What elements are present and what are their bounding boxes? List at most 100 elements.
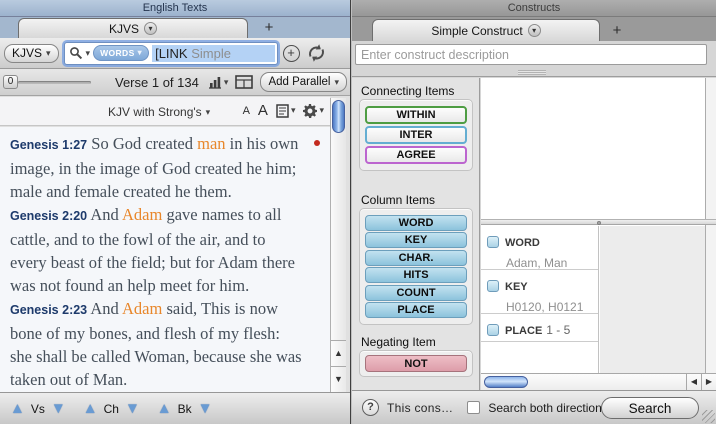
window-resize-grip[interactable] [702, 410, 715, 423]
text-selector-button[interactable]: KJVS ▾ [4, 44, 59, 63]
search-button[interactable]: Search [601, 397, 699, 419]
connecting-items-label: Connecting Items [361, 84, 454, 98]
search-both-directions-checkbox[interactable] [467, 401, 480, 414]
nav-down-icon[interactable]: ▼ [198, 401, 213, 416]
gear-menu-button[interactable]: ▾ [303, 104, 324, 118]
verse: Genesis 2:20 And Adam gave names to all … [10, 203, 304, 297]
column-item-count[interactable]: COUNT [365, 285, 467, 301]
nav-up-icon[interactable]: ▲ [83, 401, 98, 416]
construct-workspace[interactable]: WORDAdam, ManKEYH0120, H0121PLACE1 - 5 ◀… [481, 78, 716, 390]
column-items-label: Column Items [361, 193, 435, 207]
column-item-hits[interactable]: HITS [365, 267, 467, 283]
verse-reference[interactable]: Genesis 2:23 [10, 303, 87, 317]
search-query-input[interactable]: [LINK Simple [152, 45, 274, 62]
construct-row-value: 1 - 5 [546, 323, 570, 337]
add-parallel-button[interactable]: Add Parallel ▾ [260, 72, 347, 92]
tab-bar: KJVS ▾ + [0, 17, 350, 38]
verse-slider[interactable]: 0 [3, 75, 91, 89]
chevron-down-icon: ▾ [319, 106, 324, 115]
search-hit-word: Adam [122, 205, 162, 224]
search-icon[interactable] [69, 46, 83, 60]
query-command: [LINK [155, 46, 188, 61]
scroll-up-button[interactable]: ▲ [331, 340, 346, 366]
chevron-down-icon: ▾ [206, 108, 211, 117]
column-item-word[interactable]: WORD [365, 215, 467, 231]
row-checkbox[interactable] [487, 324, 499, 336]
splitter-handle-icon[interactable] [597, 221, 601, 225]
row-checkbox[interactable] [487, 236, 499, 248]
construct-column[interactable]: WORDAdam, ManKEYH0120, H0121PLACE1 - 5 [481, 226, 599, 373]
tab-kjvs[interactable]: KJVS ▾ [18, 18, 248, 38]
add-search-term-button[interactable]: + [283, 45, 300, 62]
nav-down-icon[interactable]: ▼ [51, 401, 66, 416]
search-menu-chevron-icon[interactable]: ▾ [86, 49, 91, 58]
display-settings-button[interactable]: ▾ [276, 104, 296, 118]
verse-reference[interactable]: Genesis 2:20 [10, 209, 87, 223]
splitter-bar[interactable] [481, 219, 716, 225]
decrease-font-button[interactable]: A [243, 105, 250, 117]
slider-track[interactable] [18, 81, 91, 84]
verse-nav-group: ▲Vs▼ [10, 401, 66, 416]
connecting-item-agree[interactable]: AGREE [365, 146, 467, 164]
construct-row[interactable]: PLACE1 - 5 [481, 314, 598, 342]
nav-up-icon[interactable]: ▲ [10, 401, 25, 416]
chevron-down-icon: ▾ [291, 106, 296, 115]
scroll-down-button[interactable]: ▼ [331, 366, 346, 392]
search-field[interactable]: ▾ WORDS ▾ [LINK Simple [64, 42, 278, 65]
connecting-item-inter[interactable]: INTER [365, 126, 467, 144]
checkbox-label: Search both directions [488, 401, 607, 415]
verse-nav-group: ▲ Ch ▼ [83, 401, 140, 416]
tab-menu-icon[interactable]: ▾ [528, 24, 541, 37]
tab-label: Simple Construct [431, 24, 522, 38]
construct-row[interactable]: WORDAdam, Man [481, 226, 598, 270]
scroll-right-button[interactable]: ▶ [701, 374, 716, 390]
construct-grid: WORDAdam, ManKEYH0120, H0121PLACE1 - 5 [481, 226, 716, 373]
verse-list: Genesis 1:27 So God created man in his o… [10, 132, 304, 392]
row-checkbox[interactable] [487, 280, 499, 292]
scrollbar-thumb[interactable] [484, 376, 528, 388]
panes-icon[interactable] [235, 75, 253, 89]
horizontal-scrollbar[interactable]: ◀ ▶ [481, 373, 716, 390]
construct-row-label: WORD [505, 237, 540, 249]
connecting-item-within[interactable]: WITHIN [365, 106, 467, 124]
analysis-chart-button[interactable]: ▾ [208, 75, 229, 89]
nav-label: Ch [104, 402, 119, 416]
nav-up-icon[interactable]: ▲ [157, 401, 172, 416]
nav-label: Bk [178, 402, 192, 416]
negating-item-not[interactable]: NOT [365, 355, 467, 372]
nav-down-icon[interactable]: ▼ [125, 401, 140, 416]
version-selector[interactable]: KJV with Strong's ▾ [108, 105, 210, 119]
construct-row[interactable]: KEYH0120, H0121 [481, 270, 598, 314]
increase-font-button[interactable]: A [258, 102, 268, 119]
scrollbar-thumb[interactable] [332, 100, 345, 133]
slider-knob[interactable]: 0 [3, 75, 18, 89]
connecting-items-box: WITHIN INTER AGREE [359, 99, 473, 171]
new-tab-button[interactable]: + [609, 22, 625, 39]
verse-nav: ▲Vs▼▲Ch▼▲Bk▼ [10, 401, 213, 416]
column-item-key[interactable]: KEY [365, 232, 467, 248]
new-tab-button[interactable]: + [261, 19, 277, 36]
verse-reference[interactable]: Genesis 1:27 [10, 138, 87, 152]
vertical-scrollbar[interactable]: ▲ ▼ [330, 98, 346, 392]
tab-label: KJVS [109, 22, 139, 36]
search-scope-pill[interactable]: WORDS ▾ [93, 45, 149, 61]
bible-text-area[interactable]: Genesis 1:27 So God created man in his o… [0, 127, 330, 392]
construct-description-input[interactable] [355, 44, 707, 65]
constructs-window: Constructs Simple Construct ▾ + Connecti… [352, 0, 716, 424]
recycle-search-icon[interactable] [305, 43, 328, 63]
drag-grip-icon[interactable] [518, 70, 546, 75]
column-item-char[interactable]: CHAR. [365, 250, 467, 266]
tab-menu-icon[interactable]: ▾ [144, 22, 157, 35]
negating-item-box: NOT [359, 350, 473, 377]
tab-simple-construct[interactable]: Simple Construct ▾ [372, 19, 600, 41]
verse-text: And [90, 299, 122, 318]
verse: Genesis 1:27 So God created man in his o… [10, 132, 304, 203]
help-button[interactable]: ? [362, 399, 379, 416]
column-item-place[interactable]: PLACE [365, 302, 467, 318]
search-toolbar: KJVS ▾ ▾ WORDS ▾ [LINK Simple + [0, 38, 350, 69]
construct-main: Connecting Items WITHIN INTER AGREE Column… [352, 78, 716, 390]
verse-text: So God created [91, 134, 197, 153]
english-texts-window: English Texts KJVS ▾ + KJVS ▾ ▾ WORDS ▾ … [0, 0, 351, 424]
scroll-left-button[interactable]: ◀ [686, 374, 701, 390]
search-hit-word: Adam [122, 299, 162, 318]
